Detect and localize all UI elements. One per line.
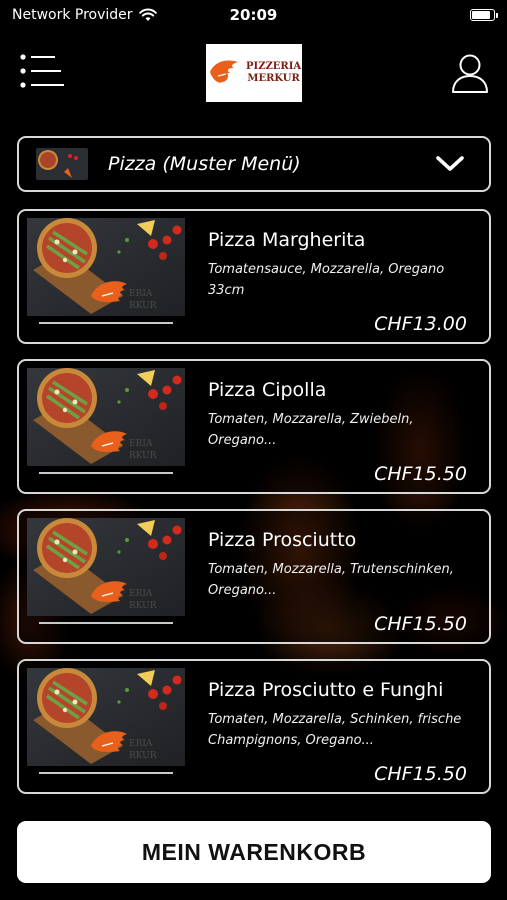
menu-item-description: Tomaten, Mozzarella, Zwiebeln, Oregano..… xyxy=(208,412,414,448)
wifi-icon xyxy=(138,8,157,21)
menu-item-price: CHF15.50 xyxy=(374,763,467,785)
image-divider xyxy=(39,322,173,324)
menu-item-card[interactable]: ERIA RKUR Pizza Cipolla Tomaten, Mozzare… xyxy=(17,359,491,494)
category-thumbnail xyxy=(36,148,88,180)
menu-item-card[interactable]: ERIA RKUR Pizza Prosciutto Tomaten, Mozz… xyxy=(17,509,491,644)
logo-line2: MERKUR xyxy=(247,73,300,84)
menu-item-image: ERIA RKUR xyxy=(27,668,185,766)
image-divider xyxy=(39,472,173,474)
logo-line1: PIZZERIA xyxy=(246,61,302,72)
menu-item-image: ERIA RKUR xyxy=(27,518,185,616)
svg-text:ERIA: ERIA xyxy=(129,439,153,449)
menu-item-image: ERIA RKUR xyxy=(27,368,185,466)
svg-text:RKUR: RKUR xyxy=(129,751,157,761)
logo[interactable]: PIZZERIA MERKUR xyxy=(206,44,302,102)
menu-item-description: Tomaten, Mozzarella, Schinken, frische C… xyxy=(208,712,462,748)
logo-emblem xyxy=(210,60,238,83)
logo-text: PIZZERIA MERKUR xyxy=(246,61,301,85)
menu-item-card[interactable]: ERIA RKUR Pizza Prosciutto e Funghi Toma… xyxy=(17,659,491,794)
user-icon[interactable] xyxy=(451,52,489,94)
menu-item-description: Tomatensauce, Mozzarella, Oregano 33cm xyxy=(208,262,445,298)
svg-text:ERIA: ERIA xyxy=(129,739,153,749)
menu-item-name: Pizza Cipolla xyxy=(208,379,327,401)
carrier-label: Network Provider xyxy=(12,7,133,23)
menu-item-name: Pizza Prosciutto e Funghi xyxy=(208,679,444,701)
svg-text:ERIA: ERIA xyxy=(129,289,153,299)
svg-text:RKUR: RKUR xyxy=(129,301,157,311)
menu-item-price: CHF13.00 xyxy=(374,313,467,335)
menu-item-image: ERIA RKUR xyxy=(27,218,185,316)
cart-button[interactable]: MEIN WARENKORB xyxy=(17,821,491,883)
category-dropdown[interactable]: Pizza (Muster Menü) xyxy=(17,136,491,192)
status-bar: Network Provider 20:09 xyxy=(0,0,507,30)
menu-item-description: Tomaten, Mozzarella, Trutenschinken, Ore… xyxy=(208,562,454,598)
menu-icon[interactable] xyxy=(20,54,64,88)
menu-item-card[interactable]: ERIA RKUR Pizza Margherita Tomatensauce,… xyxy=(17,209,491,344)
category-label: Pizza (Muster Menü) xyxy=(108,153,301,175)
svg-text:ERIA: ERIA xyxy=(129,589,153,599)
menu-item-price: CHF15.50 xyxy=(374,463,467,485)
menu-item-price: CHF15.50 xyxy=(374,613,467,635)
chevron-down-icon xyxy=(436,156,464,171)
svg-text:RKUR: RKUR xyxy=(129,451,157,461)
image-divider xyxy=(39,772,173,774)
app-header: PIZZERIA MERKUR xyxy=(0,38,507,108)
battery-icon xyxy=(470,9,498,21)
svg-text:RKUR: RKUR xyxy=(129,601,157,611)
menu-item-name: Pizza Prosciutto xyxy=(208,529,357,551)
image-divider xyxy=(39,622,173,624)
menu-item-name: Pizza Margherita xyxy=(208,229,366,251)
